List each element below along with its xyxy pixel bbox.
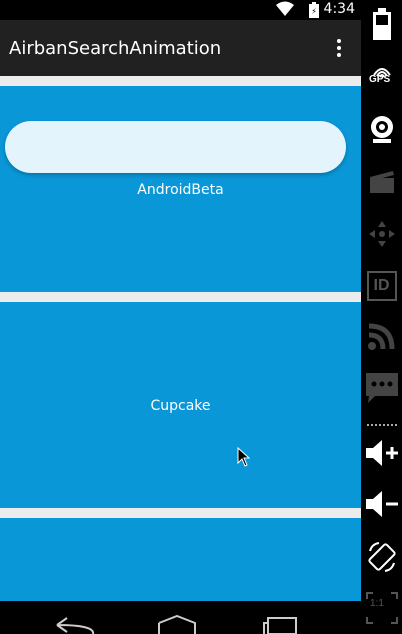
svg-text:⚡: ⚡ bbox=[311, 7, 317, 16]
volume-up-icon[interactable] bbox=[361, 433, 402, 473]
battery-icon[interactable] bbox=[361, 4, 402, 44]
gps-label: GPS bbox=[369, 74, 391, 85]
status-bar: ⚡ 4:34 bbox=[0, 0, 361, 20]
dpad-icon[interactable] bbox=[361, 214, 402, 254]
back-icon[interactable] bbox=[55, 616, 97, 634]
volume-down-icon[interactable] bbox=[361, 484, 402, 524]
overflow-menu-icon[interactable] bbox=[331, 39, 347, 59]
card-label: AndroidBeta bbox=[137, 182, 224, 198]
scale-label: 1:1 bbox=[370, 598, 384, 609]
action-bar: AirbanSearchAnimation bbox=[0, 20, 361, 76]
status-time: 4:34 bbox=[323, 1, 355, 17]
battery-icon: ⚡ bbox=[309, 2, 319, 18]
search-bar[interactable] bbox=[5, 121, 346, 173]
card-label: Cupcake bbox=[150, 398, 211, 414]
wifi-icon bbox=[276, 1, 294, 16]
navigation-bar bbox=[0, 601, 361, 634]
home-icon[interactable] bbox=[157, 615, 197, 634]
card-item[interactable]: Cupcake bbox=[0, 302, 361, 508]
card-item[interactable]: AndroidBeta bbox=[0, 86, 361, 292]
phone-screen: ⚡ 4:34 AirbanSearchAnimation AndroidBeta… bbox=[0, 0, 361, 634]
mouse-cursor-icon bbox=[237, 447, 251, 467]
rotate-icon[interactable] bbox=[361, 537, 402, 577]
card-item[interactable] bbox=[0, 518, 361, 608]
sms-icon[interactable] bbox=[361, 368, 402, 408]
id-icon[interactable]: ID bbox=[361, 266, 402, 306]
recents-icon[interactable] bbox=[262, 617, 298, 634]
panel-divider bbox=[367, 424, 397, 428]
gps-icon[interactable] bbox=[361, 52, 402, 92]
id-label: ID bbox=[373, 277, 390, 294]
card-list[interactable]: AndroidBeta Cupcake bbox=[0, 76, 361, 608]
rss-icon[interactable] bbox=[361, 316, 402, 356]
emulator-side-panel: GPS ID 1:1 bbox=[361, 0, 402, 634]
video-icon[interactable] bbox=[361, 162, 402, 202]
app-title: AirbanSearchAnimation bbox=[9, 38, 222, 59]
camera-icon[interactable] bbox=[361, 109, 402, 149]
